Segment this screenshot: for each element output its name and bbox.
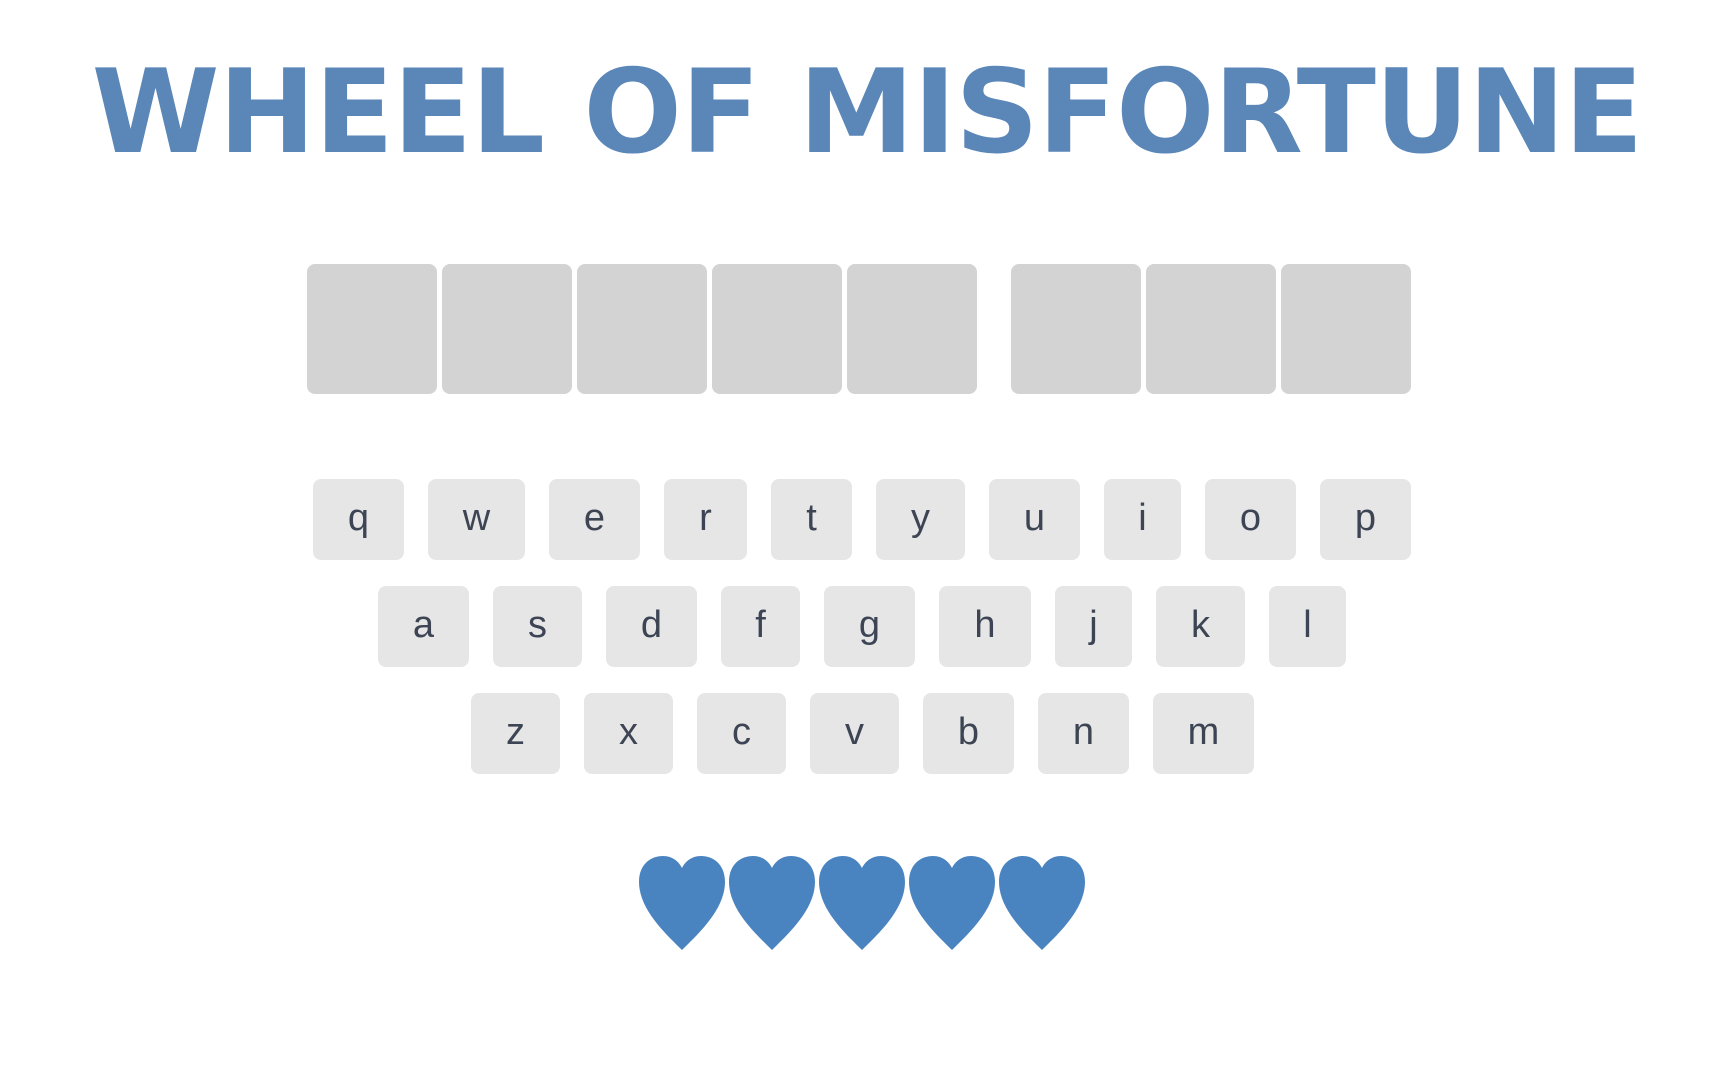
key-p[interactable]: p	[1320, 479, 1411, 560]
key-a[interactable]: a	[378, 586, 469, 667]
key-h[interactable]: h	[939, 586, 1031, 667]
key-n[interactable]: n	[1038, 693, 1129, 774]
letter-tile	[1146, 264, 1276, 394]
letter-tile	[1011, 264, 1141, 394]
key-t[interactable]: t	[771, 479, 852, 560]
key-j[interactable]: j	[1055, 586, 1132, 667]
key-g[interactable]: g	[824, 586, 915, 667]
key-m[interactable]: m	[1153, 693, 1254, 774]
heart-icon	[729, 856, 815, 950]
heart-icon	[999, 856, 1085, 950]
key-c[interactable]: c	[697, 693, 786, 774]
key-w[interactable]: w	[428, 479, 525, 560]
letter-tile	[1281, 264, 1411, 394]
heart-icon	[639, 856, 725, 950]
key-z[interactable]: z	[471, 693, 560, 774]
heart-icon	[909, 856, 995, 950]
key-e[interactable]: e	[549, 479, 640, 560]
letter-tile	[712, 264, 842, 394]
key-l[interactable]: l	[1269, 586, 1346, 667]
key-i[interactable]: i	[1104, 479, 1181, 560]
letter-tile	[307, 264, 437, 394]
puzzle-word-1	[307, 264, 982, 394]
puzzle-word-2	[1011, 264, 1416, 394]
lives-display	[637, 855, 1087, 951]
key-d[interactable]: d	[606, 586, 697, 667]
key-v[interactable]: v	[810, 693, 899, 774]
game-title: WHEEL OF MISFORTUNE	[91, 45, 1644, 180]
letter-tile	[442, 264, 572, 394]
key-o[interactable]: o	[1205, 479, 1296, 560]
key-f[interactable]: f	[721, 586, 800, 667]
key-x[interactable]: x	[584, 693, 673, 774]
key-u[interactable]: u	[989, 479, 1080, 560]
key-k[interactable]: k	[1156, 586, 1245, 667]
letter-tile	[847, 264, 977, 394]
key-y[interactable]: y	[876, 479, 965, 560]
key-r[interactable]: r	[664, 479, 747, 560]
key-q[interactable]: q	[313, 479, 404, 560]
key-s[interactable]: s	[493, 586, 582, 667]
letter-tile	[577, 264, 707, 394]
key-b[interactable]: b	[923, 693, 1014, 774]
heart-icon	[819, 856, 905, 950]
